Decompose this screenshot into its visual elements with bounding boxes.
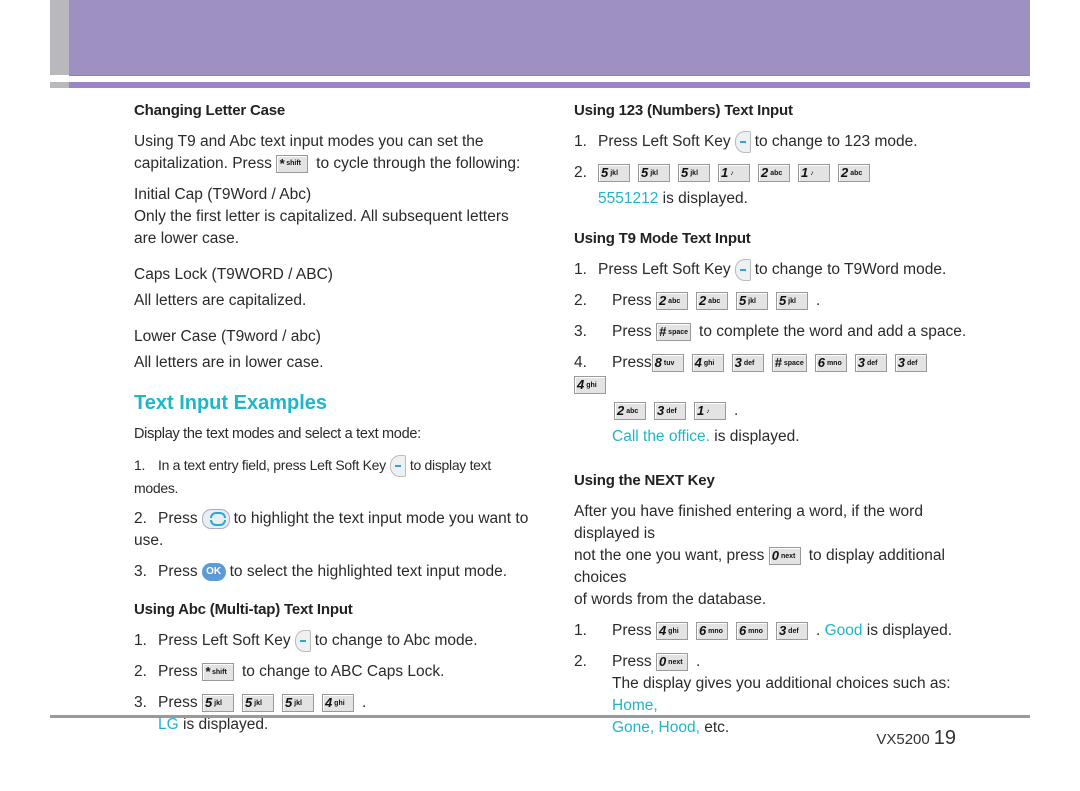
keypad-key-4-icon: 4 ghi [321,694,354,713]
t9-heading: Using T9 Mode Text Input [574,230,751,248]
keypad-key-2-icon: 2 abc [655,292,688,311]
keypad-key-3-icon: 3 def [894,354,927,373]
keypad-key-4-icon: 4 ghi [691,354,724,373]
keypad-key-3-icon: 3 def [854,354,887,373]
t9-step: 3. Press # space to complete the word and a… [574,323,967,342]
next-key-icon: 0 next [655,653,688,672]
abc-heading: Using Abc (Multi-tap) Text Input [134,601,353,619]
numbers-heading: Using 123 (Numbers) Text Input [574,102,793,119]
next-result: The display gives you additional choices… [612,675,951,715]
next-heading: Using the NEXT Key [574,472,715,490]
keypad-key-5-icon: 5 jkl [638,164,670,182]
keypad-key-3-icon: 3 def [775,622,808,641]
changing-case-heading: Changing Letter Case [134,102,286,119]
next-step: 2. Press 0 next. [574,653,701,672]
keypad-key-4-icon: 4 ghi [574,376,606,395]
numbers-step: 1. Press Left Soft Key to change to 123 mo… [574,131,974,153]
abc-step: 3. Press 5 jkl 5 jkl 5 jkl 4 ghi. [134,694,367,713]
mode-name: Lower Case (T9word / abc) [134,328,321,345]
footer-rule [50,715,1030,718]
model-name: VX5200 [876,731,930,748]
mode-desc: All letters are in lower case. [134,354,324,371]
keypad-key-5-icon: 5 jkl [241,694,274,713]
mode-name: Initial Cap (T9Word / Abc) [134,186,312,203]
keypad-key-pound-icon: # space [771,354,807,373]
keypad-key-2-icon: 2 abc [695,292,728,311]
intro-line: Using T9 and Abc text input modes you ca… [134,133,484,150]
next-para: not the one you want, press 0 next to disp… [574,547,945,587]
keypad-key-5-icon: 5 jkl [678,164,710,182]
next-para: of words from the database. [574,591,767,609]
ok-key-icon: OK [201,563,226,582]
keypad-key-3-icon: 3 def [654,402,686,421]
examples-intro: Display the text modes and select a text… [134,426,421,442]
star-shift-key-icon: * shift [276,154,309,173]
keypad-key-1-icon: 1 ♪ [798,164,830,182]
abc-step: 1. Press Left Soft Key to change to Abc mo… [134,630,534,653]
left-column: Changing Letter Case Using T9 and Abc te… [134,100,534,736]
right-column: Using 123 (Numbers) Text Input 1. Press L… [574,100,974,739]
keypad-key-4-icon: 4 ghi [655,622,688,641]
mode-desc: are lower case. [134,230,240,247]
mode-desc: All letters are capitalized. [134,292,307,309]
abc-step: 2. Press * shift to change to ABC Caps Lock… [134,663,445,682]
t9-result: Call the office. is displayed. [612,428,800,446]
numbers-step: 2. 5 jkl 5 jkl 5 jkl 1 ♪ 2 abc 1 ♪ 2 abc [574,162,974,184]
star-shift-key-icon: * shift [201,663,234,682]
header-banner [69,0,1030,76]
next-step: 1. Press 4 ghi 6 mno 6 mno 3 def. Good is displa… [574,622,953,641]
left-soft-key-icon [734,259,751,282]
keypad-key-5-icon: 5 jkl [281,694,314,713]
t9-step: 4. Press 8 tuv 4 ghi 3 def # space 6 mno 3 def 3 def4 gh… [574,352,974,396]
nav-key-icon [201,509,230,530]
section-title: Text Input Examples [134,392,328,414]
keypad-key-6-icon: 6 mno [695,622,728,641]
next-key-icon: 0 next [768,547,801,566]
keypad-key-2-icon: 2 abc [758,164,790,182]
header-band-gray [50,82,69,88]
keypad-key-5-icon: 5 jkl [201,694,234,713]
page-number: 19 [933,727,956,749]
intro-line-2: capitalization. Press * shift to cycle thr… [134,154,521,173]
mode-desc: Only the first letter is capitalized. Al… [134,208,509,225]
example-step: 1. In a text entry field, press Left Soft… [134,455,491,497]
keypad-key-5-icon: 5 jkl [735,292,768,311]
example-step: 3. Press OK to select the highlighted text … [134,563,508,582]
keypad-key-2-icon: 2 abc [838,164,870,182]
keypad-key-6-icon: 6 mno [814,354,847,373]
keypad-key-1-icon: 1 ♪ [694,402,726,421]
keypad-key-5-icon: 5 jkl [598,164,630,182]
keypad-key-8-icon: 8 tuv [651,354,684,373]
header-band [69,82,1030,88]
t9-step: 2. Press 2 abc 2 abc 5 jkl 5 jkl. [574,292,821,311]
keypad-key-2-icon: 2 abc [614,402,646,421]
pound-space-key-icon: # space [655,323,692,342]
keypad-key-5-icon: 5 jkl [775,292,808,311]
numbers-result: 5551212 is displayed. [598,190,748,208]
example-step: 2. Press to highlight the text input mode … [134,509,529,550]
keypad-key-6-icon: 6 mno [735,622,768,641]
left-soft-key-icon [294,630,311,653]
t9-step-cont: 2 abc 3 def 1 ♪. [574,400,974,422]
next-para: After you have finished entering a word,… [574,503,923,543]
footer: VX5200 19 [876,727,956,750]
left-soft-key-icon [389,455,406,478]
t9-step: 1. Press Left Soft Key to change to T9Word… [574,259,974,282]
mode-name: Caps Lock (T9WORD / ABC) [134,266,333,283]
keypad-key-1-icon: 1 ♪ [718,164,750,182]
header-gray-strip [50,0,69,75]
keypad-key-3-icon: 3 def [731,354,764,373]
left-soft-key-icon [734,131,751,153]
